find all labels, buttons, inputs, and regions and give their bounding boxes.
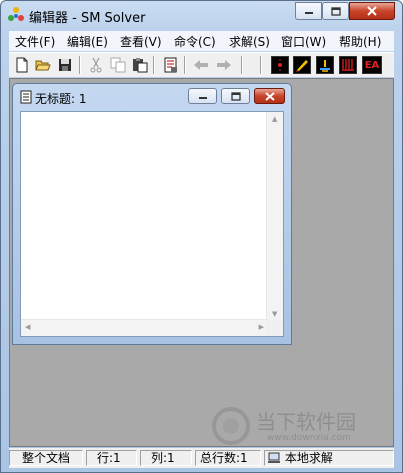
minimize-icon: [198, 97, 207, 99]
mdi-workspace: 无标题: 1 ▲ ▼ ◀ ▶: [9, 78, 394, 447]
stop-button[interactable]: [271, 56, 289, 74]
down-arrows-icon: [342, 59, 354, 71]
signal-icon: [320, 60, 330, 72]
editor-child-window: 无标题: 1 ▲ ▼ ◀ ▶: [12, 83, 292, 345]
down-arrows-button[interactable]: [339, 56, 357, 74]
vertical-scrollbar[interactable]: ▲ ▼: [266, 112, 283, 321]
status-bar: 整个文档 行:1 列:1 总行数:1 本地求解: [9, 448, 394, 468]
status-line: 行:1: [86, 450, 137, 466]
close-icon: [367, 6, 377, 16]
paste-icon: [133, 58, 148, 73]
document-button[interactable]: [162, 56, 180, 74]
title-bar[interactable]: 编辑器 - SM Solver: [1, 1, 402, 31]
document-icon: [20, 90, 32, 104]
menu-view[interactable]: 查看(V): [120, 33, 162, 50]
new-file-icon: [16, 57, 28, 73]
save-button[interactable]: [56, 56, 74, 74]
signal-button[interactable]: [316, 56, 334, 74]
child-maximize-button[interactable]: [221, 88, 250, 104]
copy-icon: [110, 57, 126, 73]
child-close-button[interactable]: [254, 88, 285, 104]
forward-button[interactable]: [215, 56, 233, 74]
copy-button[interactable]: [109, 56, 127, 74]
new-file-button[interactable]: [13, 56, 31, 74]
app-icon: [8, 7, 24, 21]
toolbar-separator: [241, 56, 243, 74]
scroll-down-icon[interactable]: ▼: [272, 310, 277, 318]
forward-arrow-icon: [217, 60, 231, 70]
toolbar-separator: [260, 56, 262, 74]
menu-solve[interactable]: 求解(S): [229, 33, 270, 50]
menu-window[interactable]: 窗口(W): [281, 33, 326, 50]
watermark-logo-icon: [212, 407, 250, 445]
toolbar-separator: [184, 56, 186, 74]
watermark-text: 当下软件园: [256, 410, 356, 434]
watermark-url: www.downxia.com: [267, 433, 351, 443]
close-button[interactable]: [349, 2, 395, 20]
toolbar-separator: [153, 56, 155, 74]
minimize-button[interactable]: [295, 2, 322, 20]
open-folder-icon: [35, 60, 51, 71]
cut-icon: [90, 57, 102, 73]
back-arrow-icon: [194, 60, 208, 70]
open-button[interactable]: [34, 56, 52, 74]
status-total-lines: 总行数:1: [195, 450, 261, 466]
menu-help[interactable]: 帮助(H): [339, 33, 381, 50]
scroll-right-icon[interactable]: ▶: [259, 323, 264, 331]
pencil-icon: [296, 60, 308, 72]
ea-button[interactable]: EA: [362, 56, 382, 74]
menu-edit[interactable]: 编辑(E): [67, 33, 108, 50]
child-window-title: 无标题: 1: [35, 92, 87, 106]
main-window: 编辑器 - SM Solver 文件(F) 编辑(E) 查看(V) 命令(C) …: [0, 0, 403, 473]
stop-icon: [278, 59, 282, 71]
paste-button[interactable]: [131, 56, 149, 74]
minimize-icon: [304, 12, 313, 14]
status-column: 列:1: [140, 450, 192, 466]
save-icon: [59, 59, 71, 71]
scroll-up-icon[interactable]: ▲: [272, 115, 277, 123]
toolbar: EA: [9, 52, 394, 77]
status-mode: 本地求解: [284, 451, 333, 465]
window-title: 编辑器 - SM Solver: [29, 11, 146, 26]
watermark: 当下软件园 www.downxia.com: [211, 406, 391, 446]
toolbar-separator: [79, 56, 81, 74]
status-scope: 整个文档: [9, 450, 83, 466]
menu-bar: 文件(F) 编辑(E) 查看(V) 命令(C) 求解(S) 窗口(W) 帮助(H…: [9, 31, 394, 51]
maximize-icon: [230, 91, 241, 101]
document-icon: [164, 57, 177, 73]
status-mode-panel: 本地求解: [264, 450, 394, 466]
maximize-button[interactable]: [322, 2, 349, 20]
maximize-icon: [330, 6, 341, 16]
menu-command[interactable]: 命令(C): [174, 33, 216, 50]
close-icon: [264, 91, 275, 101]
child-minimize-button[interactable]: [188, 88, 217, 104]
pencil-button[interactable]: [293, 56, 311, 74]
scroll-left-icon[interactable]: ◀: [25, 323, 30, 331]
menu-file[interactable]: 文件(F): [15, 33, 55, 50]
back-button[interactable]: [192, 56, 210, 74]
cut-button[interactable]: [87, 56, 105, 74]
resize-grip[interactable]: [267, 320, 283, 336]
text-editor-area[interactable]: ▲ ▼ ◀ ▶: [20, 111, 284, 337]
horizontal-scrollbar[interactable]: ◀ ▶: [21, 319, 268, 336]
computer-icon: [268, 452, 280, 463]
